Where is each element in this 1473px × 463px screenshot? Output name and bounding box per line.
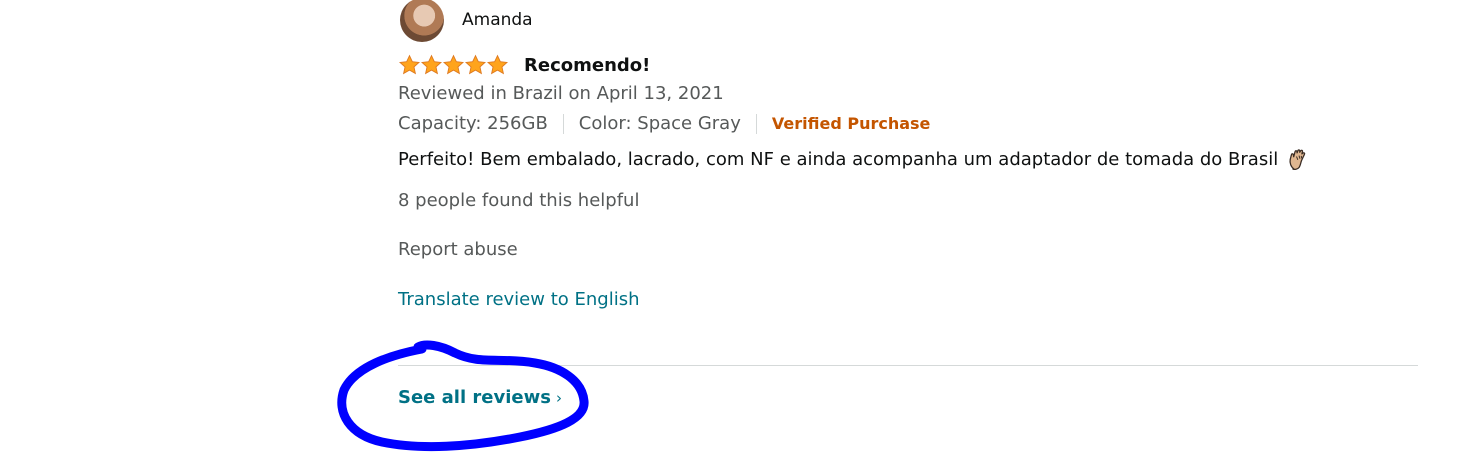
- review-body: Perfeito! Bem embalado, lacrado, com NF …: [398, 148, 1310, 172]
- product-attributes: Capacity: 256GB Color: Space Gray Verifi…: [398, 113, 930, 134]
- verified-purchase-badge: Verified Purchase: [771, 114, 931, 133]
- chevron-right-icon: ›: [555, 389, 562, 407]
- helpful-count: 8 people found this helpful: [398, 190, 640, 211]
- section-divider: [398, 365, 1418, 366]
- rating-row: Recomendo!: [398, 50, 650, 80]
- star-icon: [464, 54, 487, 76]
- star-rating[interactable]: [398, 54, 509, 76]
- color-attribute: Color: Space Gray: [578, 113, 741, 134]
- star-icon: [442, 54, 465, 76]
- review-title[interactable]: Recomendo!: [524, 55, 650, 76]
- star-icon: [486, 54, 509, 76]
- review-body-text: Perfeito! Bem embalado, lacrado, com NF …: [398, 149, 1279, 170]
- see-all-reviews-label: See all reviews: [398, 387, 551, 408]
- reviewer-avatar[interactable]: [400, 0, 444, 42]
- review-date: Reviewed in Brazil on April 13, 2021: [398, 83, 724, 104]
- reviewer-name[interactable]: Amanda: [462, 10, 533, 30]
- divider: [562, 113, 564, 134]
- report-abuse-link[interactable]: Report abuse: [398, 239, 518, 260]
- capacity-attribute[interactable]: Capacity: 256GB: [398, 113, 548, 134]
- divider: [755, 113, 757, 134]
- reviewer-profile[interactable]: Amanda: [400, 0, 533, 42]
- see-all-reviews-link[interactable]: See all reviews ›: [398, 387, 562, 408]
- star-icon: [398, 54, 421, 76]
- translate-review-link[interactable]: Translate review to English: [398, 289, 640, 310]
- clapping-hands-icon: [1288, 148, 1310, 172]
- star-icon: [420, 54, 443, 76]
